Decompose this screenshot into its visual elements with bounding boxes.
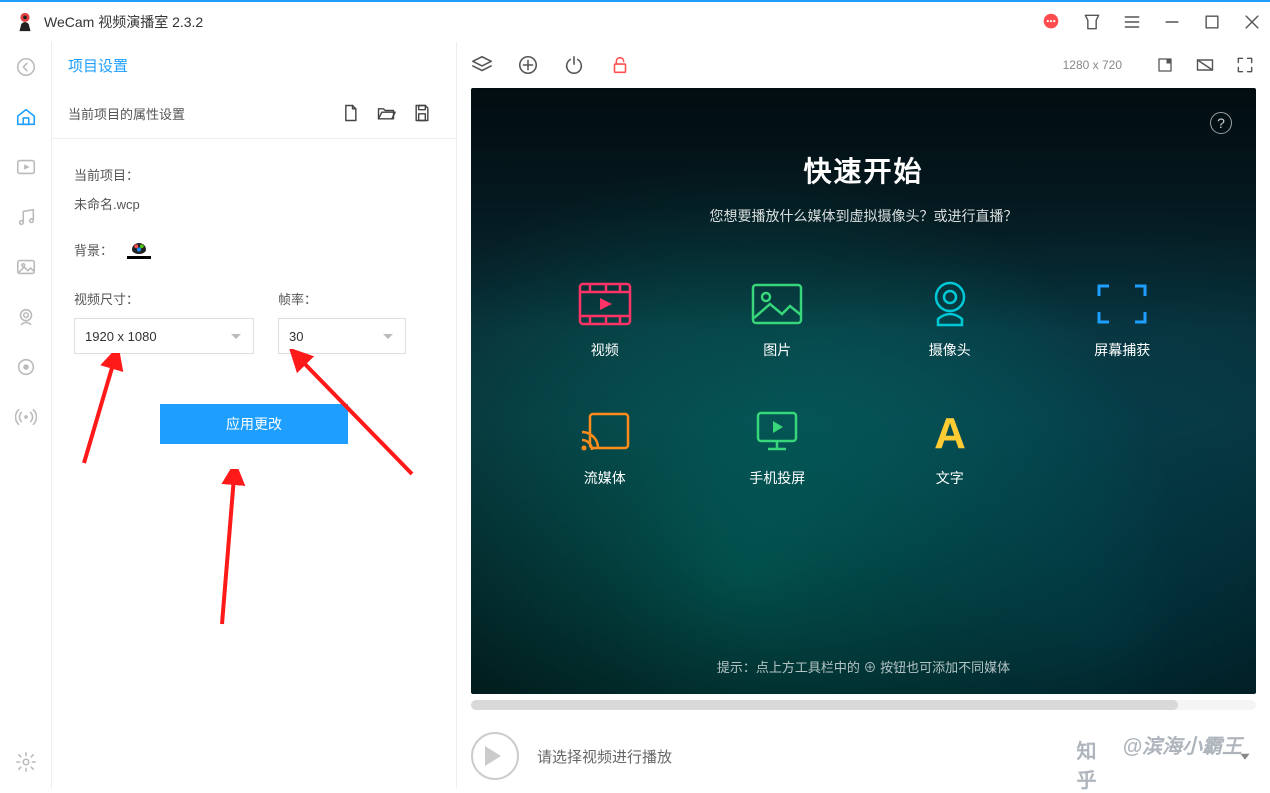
quick-start-subtitle: 您想要播放什么媒体到虚拟摄像头？或进行直播？ bbox=[471, 206, 1256, 226]
quick-item-label: 手机投屏 bbox=[749, 468, 805, 488]
main-area: 1280 x 720 ? 快速开始 您想要播放什么媒体到虚拟摄像头？或进行直播？… bbox=[457, 42, 1270, 789]
titlebar-actions bbox=[1040, 11, 1262, 33]
play-button[interactable] bbox=[471, 732, 519, 780]
quick-item-mobile[interactable]: 手机投屏 bbox=[696, 410, 859, 488]
quick-item-label: 视频 bbox=[591, 340, 619, 360]
text-icon: A bbox=[923, 410, 977, 454]
fit-icon[interactable] bbox=[1154, 54, 1176, 76]
quick-item-screen[interactable]: 屏幕捕获 bbox=[1041, 282, 1204, 360]
camera-icon bbox=[923, 282, 977, 326]
quick-start-title: 快速开始 bbox=[471, 88, 1256, 190]
panel-body: 当前项目： 未命名.wcp 背景： 视频尺寸： 1920 x 1080 帧率： … bbox=[52, 139, 456, 470]
quick-item-image[interactable]: 图片 bbox=[696, 282, 859, 360]
panel-subtitle: 当前项目的属性设置 bbox=[68, 104, 332, 123]
quick-item-label: 流媒体 bbox=[584, 468, 626, 488]
quick-item-label: 文字 bbox=[936, 468, 964, 488]
preview-canvas: ? 快速开始 您想要播放什么媒体到虚拟摄像头？或进行直播？ 视频 图片 摄像头 bbox=[471, 88, 1256, 694]
sidebar-item-record[interactable] bbox=[15, 356, 37, 378]
quick-item-label: 摄像头 bbox=[929, 340, 971, 360]
app-logo-icon bbox=[14, 11, 36, 33]
power-icon[interactable] bbox=[563, 54, 585, 76]
player-bar: 请选择视频进行播放 bbox=[471, 726, 1256, 786]
quick-item-stream[interactable]: 流媒体 bbox=[524, 410, 687, 488]
back-icon[interactable] bbox=[15, 56, 37, 78]
sidebar bbox=[0, 42, 52, 789]
app-title: WeCam 视频演播室 2.3.2 bbox=[44, 12, 1040, 32]
current-project-label: 当前项目： bbox=[74, 168, 139, 183]
stream-icon bbox=[578, 410, 632, 454]
menu-icon[interactable] bbox=[1122, 12, 1142, 32]
sidebar-item-video[interactable] bbox=[15, 156, 37, 178]
background-label: 背景： bbox=[74, 240, 113, 259]
sidebar-item-music[interactable] bbox=[15, 206, 37, 228]
video-icon bbox=[578, 282, 632, 326]
close-button[interactable] bbox=[1242, 12, 1262, 32]
video-size-select[interactable]: 1920 x 1080 bbox=[74, 318, 254, 354]
settings-panel: 项目设置 当前项目的属性设置 当前项目： 未命名.wcp 背景： 视频尺寸： 1… bbox=[52, 42, 457, 789]
quick-item-label: 屏幕捕获 bbox=[1094, 340, 1150, 360]
quick-item-camera[interactable]: 摄像头 bbox=[869, 282, 1032, 360]
fullscreen-icon[interactable] bbox=[1234, 54, 1256, 76]
quick-item-text[interactable]: A 文字 bbox=[869, 410, 1032, 488]
mobile-cast-icon bbox=[750, 410, 804, 454]
aspect-icon[interactable] bbox=[1194, 54, 1216, 76]
titlebar: WeCam 视频演播室 2.3.2 bbox=[0, 2, 1270, 42]
video-size-value: 1920 x 1080 bbox=[85, 329, 157, 344]
scrollbar-thumb[interactable] bbox=[471, 700, 1178, 710]
image-icon bbox=[750, 282, 804, 326]
sidebar-item-broadcast[interactable] bbox=[15, 406, 37, 428]
sidebar-item-home[interactable] bbox=[15, 106, 37, 128]
new-file-icon[interactable] bbox=[332, 98, 368, 128]
player-dropdown-icon[interactable] bbox=[1234, 745, 1256, 767]
player-placeholder: 请选择视频进行播放 bbox=[537, 746, 1216, 767]
unlock-icon[interactable] bbox=[609, 54, 631, 76]
quick-item-label: 图片 bbox=[763, 340, 791, 360]
theme-icon[interactable] bbox=[1082, 12, 1102, 32]
project-filename: 未命名.wcp bbox=[74, 194, 434, 213]
annotation-arrow bbox=[202, 469, 262, 629]
maximize-button[interactable] bbox=[1202, 12, 1222, 32]
panel-title: 项目设置 bbox=[52, 42, 456, 88]
notification-icon[interactable] bbox=[1040, 11, 1062, 33]
save-file-icon[interactable] bbox=[404, 98, 440, 128]
sidebar-item-image[interactable] bbox=[15, 256, 37, 278]
minimize-button[interactable] bbox=[1162, 12, 1182, 32]
app-window: WeCam 视频演播室 2.3.2 项目设置 当 bbox=[0, 0, 1270, 789]
sidebar-item-camera[interactable] bbox=[15, 306, 37, 328]
open-file-icon[interactable] bbox=[368, 98, 404, 128]
apply-button[interactable]: 应用更改 bbox=[160, 404, 348, 444]
quick-start-hint: 提示：点上方工具栏中的 ⊕ 按钮也可添加不同媒体 bbox=[471, 657, 1256, 676]
quick-start-grid: 视频 图片 摄像头 屏幕捕获 bbox=[524, 282, 1204, 488]
svg-text:A: A bbox=[934, 410, 966, 454]
add-media-icon[interactable] bbox=[517, 54, 539, 76]
resolution-label: 1280 x 720 bbox=[1063, 58, 1122, 72]
fps-value: 30 bbox=[289, 329, 303, 344]
screen-icon bbox=[1095, 282, 1149, 326]
fps-select[interactable]: 30 bbox=[278, 318, 406, 354]
fps-label: 帧率： bbox=[278, 289, 434, 308]
layers-icon[interactable] bbox=[471, 54, 493, 76]
main-toolbar: 1280 x 720 bbox=[457, 42, 1270, 88]
quick-item-video[interactable]: 视频 bbox=[524, 282, 687, 360]
settings-icon[interactable] bbox=[15, 751, 37, 773]
background-color-picker[interactable] bbox=[127, 239, 151, 259]
video-size-label: 视频尺寸： bbox=[74, 289, 254, 308]
horizontal-scrollbar[interactable] bbox=[471, 700, 1256, 710]
help-icon[interactable]: ? bbox=[1210, 112, 1232, 134]
panel-sub-header: 当前项目的属性设置 bbox=[52, 88, 456, 139]
